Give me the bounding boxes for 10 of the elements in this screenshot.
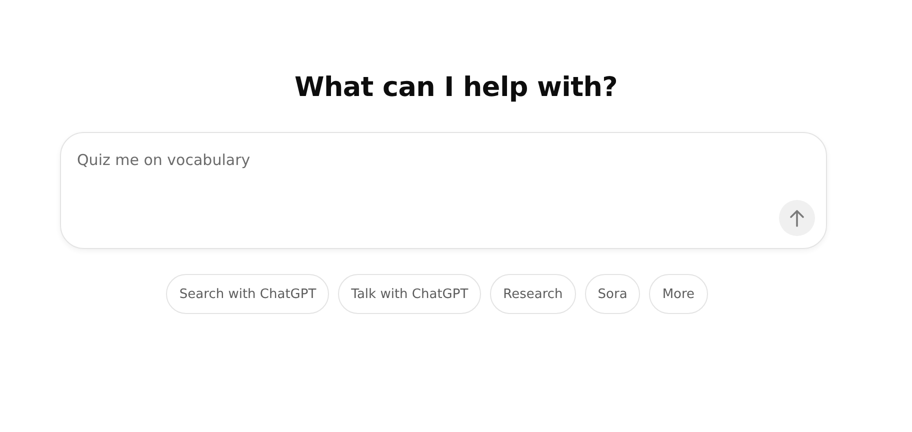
- suggestion-chip[interactable]: Search with ChatGPT: [166, 274, 330, 314]
- suggestion-chip[interactable]: More: [649, 274, 708, 314]
- suggestion-chip[interactable]: Talk with ChatGPT: [338, 274, 482, 314]
- arrow-up-icon: [789, 209, 805, 227]
- message-composer[interactable]: Quiz me on vocabulary: [60, 132, 827, 249]
- page-heading: What can I help with?: [294, 71, 618, 105]
- suggestion-chip[interactable]: Research: [490, 274, 576, 314]
- message-input[interactable]: Quiz me on vocabulary: [77, 149, 815, 200]
- send-button[interactable]: [779, 200, 815, 236]
- suggestion-chip[interactable]: Sora: [584, 274, 640, 314]
